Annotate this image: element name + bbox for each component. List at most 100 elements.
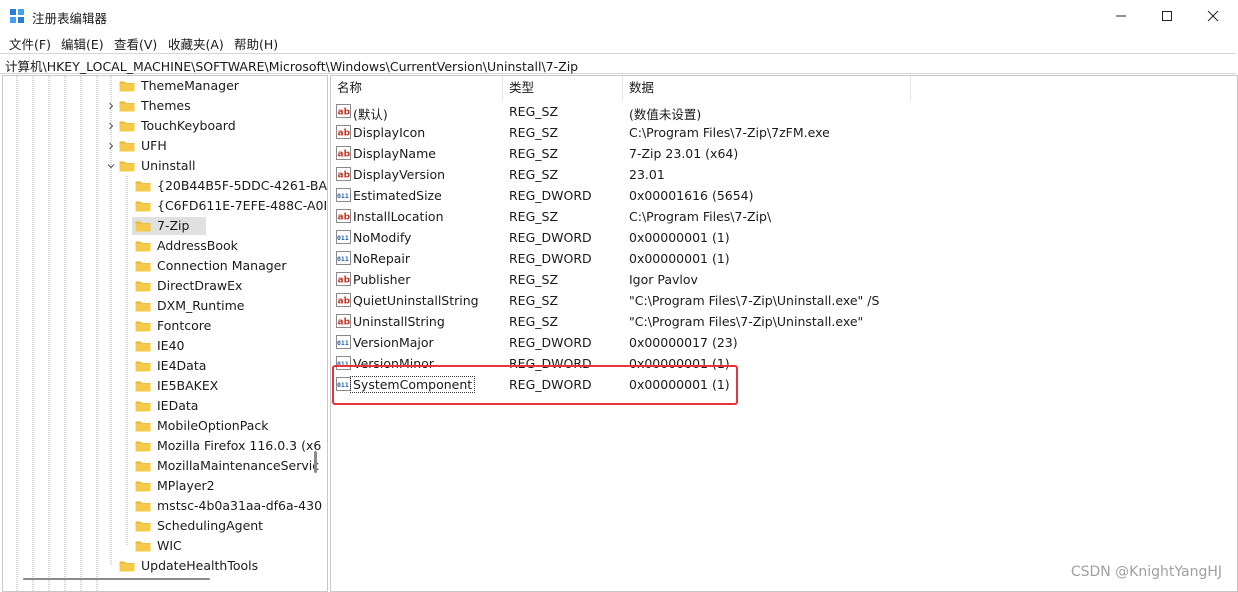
tree-item-label: {C6FD611E-7EFE-488C-A0I — [157, 198, 328, 213]
chevron-right-icon[interactable] — [107, 142, 115, 150]
svg-text:011: 011 — [337, 255, 349, 263]
svg-text:ab: ab — [338, 150, 351, 160]
value-row[interactable]: ab Publisher REG_SZ Igor Pavlov — [331, 269, 1237, 290]
tree-item[interactable]: Themes — [3, 96, 325, 116]
column-header-type[interactable]: 类型 — [503, 76, 623, 100]
value-row[interactable]: ab DisplayVersion REG_SZ 23.01 — [331, 164, 1237, 185]
value-row[interactable]: 011 VersionMajor REG_DWORD 0x00000017 (23) — [331, 332, 1237, 353]
tree-item[interactable]: DXM_Runtime — [3, 296, 325, 316]
svg-text:ab: ab — [338, 297, 351, 307]
tree-item[interactable]: AddressBook — [3, 236, 325, 256]
value-row[interactable]: 011 NoRepair REG_DWORD 0x00000001 (1) — [331, 248, 1237, 269]
value-row[interactable]: 011 NoModify REG_DWORD 0x00000001 (1) — [331, 227, 1237, 248]
tree-item-label: Connection Manager — [157, 258, 287, 273]
minimize-icon — [1116, 15, 1126, 17]
maximize-button[interactable] — [1144, 0, 1190, 32]
tree-item[interactable]: MPlayer2 — [3, 476, 325, 496]
tree-item[interactable]: IE4Data — [3, 356, 325, 376]
value-row[interactable]: ab DisplayIcon REG_SZ C:\Program Files\7-Zi… — [331, 122, 1237, 143]
string-value-icon: ab — [336, 293, 351, 307]
tree-item[interactable]: MobileOptionPack — [3, 416, 325, 436]
value-row[interactable]: ab (默认) REG_SZ (数值未设置) — [331, 101, 1237, 122]
tree-item[interactable]: mstsc-4b0a31aa-df6a-430 — [3, 496, 325, 516]
tree-item[interactable]: Connection Manager — [3, 256, 325, 276]
annotation-highlight-box — [332, 365, 738, 405]
folder-icon — [119, 121, 135, 132]
chevron-down-icon[interactable] — [107, 162, 115, 170]
value-data: Igor Pavlov — [629, 272, 698, 287]
tree-item[interactable]: MozillaMaintenanceServic — [3, 456, 325, 476]
tree-item[interactable]: Fontcore — [3, 316, 325, 336]
value-data: 0x00000001 (1) — [629, 251, 730, 266]
chevron-right-icon[interactable] — [107, 122, 115, 130]
tree-item-label: MozillaMaintenanceServic — [157, 458, 320, 473]
tree-item[interactable]: 7-Zip — [3, 216, 325, 236]
menu-view[interactable]: 查看(V) — [114, 34, 157, 53]
registry-key-tree[interactable]: ThemeManager Themes TouchKeyboard UFH Uninst… — [2, 75, 328, 592]
column-header-data[interactable]: 数据 — [623, 76, 911, 100]
folder-icon — [135, 341, 151, 352]
tree-item[interactable]: IEData — [3, 396, 325, 416]
value-type: REG_DWORD — [509, 188, 592, 203]
tree-item[interactable]: UpdateHealthTools — [3, 556, 325, 576]
tree-item[interactable]: IE40 — [3, 336, 325, 356]
svg-text:ab: ab — [338, 213, 351, 223]
value-row[interactable]: ab QuietUninstallString REG_SZ "C:\Program … — [331, 290, 1237, 311]
tree-vertical-scrollbar[interactable] — [314, 451, 317, 473]
tree-item[interactable]: WIC — [3, 536, 325, 556]
value-row[interactable]: ab DisplayName REG_SZ 7-Zip 23.01 (x64) — [331, 143, 1237, 164]
menu-edit[interactable]: 编辑(E) — [61, 34, 104, 53]
folder-icon — [119, 161, 135, 172]
tree-item-label: Fontcore — [157, 318, 212, 333]
value-row[interactable]: 011 EstimatedSize REG_DWORD 0x00001616 (565… — [331, 185, 1237, 206]
folder-icon — [135, 301, 151, 312]
binary-value-icon: 011 — [336, 188, 351, 202]
tree-item-label: Uninstall — [141, 158, 196, 173]
string-value-icon: ab — [336, 272, 351, 286]
minimize-button[interactable] — [1098, 0, 1144, 32]
folder-icon — [135, 501, 151, 512]
value-data: 0x00001616 (5654) — [629, 188, 754, 203]
value-data: 23.01 — [629, 167, 665, 182]
svg-text:011: 011 — [337, 234, 349, 242]
tree-item[interactable]: SchedulingAgent — [3, 516, 325, 536]
folder-icon — [135, 321, 151, 332]
value-name: QuietUninstallString — [353, 293, 479, 308]
svg-text:011: 011 — [337, 339, 349, 347]
value-row[interactable]: ab InstallLocation REG_SZ C:\Program Files\… — [331, 206, 1237, 227]
close-icon — [1207, 10, 1219, 22]
tree-item[interactable]: DirectDrawEx — [3, 276, 325, 296]
tree-item[interactable]: TouchKeyboard — [3, 116, 325, 136]
title-bar[interactable]: 注册表编辑器 — [0, 0, 1238, 32]
tree-item[interactable]: ThemeManager — [3, 76, 325, 96]
tree-item-label: DirectDrawEx — [157, 278, 243, 293]
menu-favorites[interactable]: 收藏夹(A) — [168, 34, 224, 53]
column-header-name[interactable]: 名称 — [331, 76, 503, 100]
tree-item[interactable]: UFH — [3, 136, 325, 156]
value-data: "C:\Program Files\7-Zip\Uninstall.exe" — [629, 314, 864, 329]
value-type: REG_SZ — [509, 125, 559, 140]
address-bar[interactable]: 计算机\HKEY_LOCAL_MACHINE\SOFTWARE\Microsof… — [0, 53, 1236, 74]
registry-values-list[interactable]: 名称 类型 数据 ab (默认) REG_SZ (数值未设置) ab DisplayIco… — [330, 75, 1238, 592]
menu-file[interactable]: 文件(F) — [9, 34, 51, 53]
svg-text:ab: ab — [338, 129, 351, 139]
tree-item[interactable]: IE5BAKEX — [3, 376, 325, 396]
menu-help[interactable]: 帮助(H) — [234, 34, 278, 53]
tree-item[interactable]: Mozilla Firefox 116.0.3 (x6 — [3, 436, 325, 456]
tree-horizontal-scrollbar[interactable] — [23, 578, 210, 580]
folder-icon — [135, 241, 151, 252]
value-name: NoRepair — [353, 251, 411, 266]
close-button[interactable] — [1190, 0, 1236, 32]
folder-icon — [135, 261, 151, 272]
value-row[interactable]: ab UninstallString REG_SZ "C:\Program Files… — [331, 311, 1237, 332]
tree-item[interactable]: {20B44B5F-5DDC-4261-BA — [3, 176, 327, 196]
tree-item-label: WIC — [157, 538, 182, 553]
regedit-app-icon — [10, 9, 24, 23]
tree-item[interactable]: Uninstall — [3, 156, 325, 176]
folder-icon — [135, 221, 151, 232]
binary-value-icon: 011 — [336, 230, 351, 244]
string-value-icon: ab — [336, 167, 351, 181]
tree-item[interactable]: {C6FD611E-7EFE-488C-A0I — [3, 196, 328, 216]
address-path[interactable]: 计算机\HKEY_LOCAL_MACHINE\SOFTWARE\Microsof… — [5, 56, 578, 75]
chevron-right-icon[interactable] — [107, 102, 115, 110]
